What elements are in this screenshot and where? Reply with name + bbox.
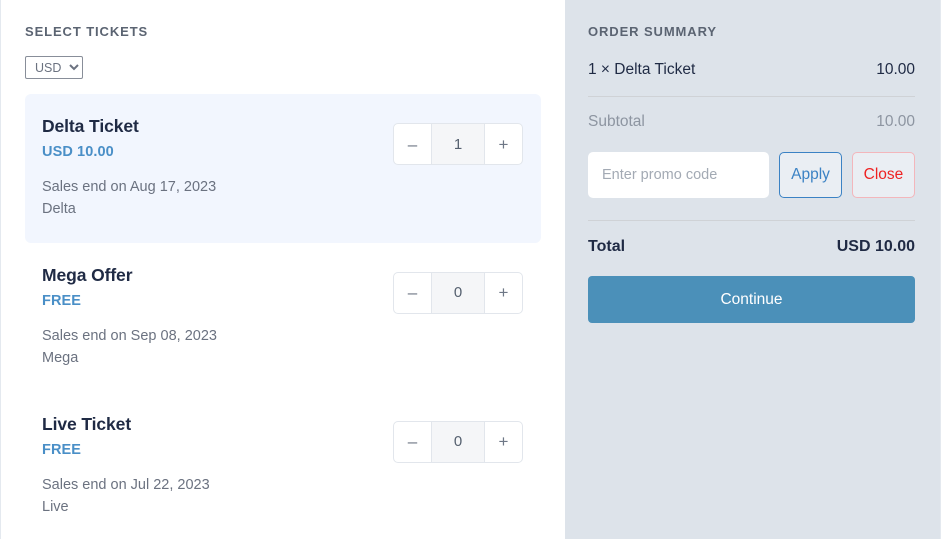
- quantity-stepper: – 1 +: [393, 123, 523, 165]
- promo-code-row: Apply Close: [588, 152, 915, 198]
- ticket-category: Delta: [42, 201, 76, 218]
- ticket-name: Mega Offer: [42, 264, 133, 285]
- currency-select[interactable]: USD: [25, 56, 83, 79]
- ticket-name: Live Ticket: [42, 413, 132, 434]
- summary-subtotal-row: Subtotal 10.00: [588, 97, 915, 131]
- page-title: SELECT TICKETS: [25, 24, 149, 39]
- ticket-list: Delta Ticket USD 10.00 Sales end on Aug …: [25, 94, 541, 539]
- ticket-category: Live: [42, 498, 69, 515]
- quantity-decrement-button[interactable]: –: [394, 124, 431, 164]
- total-amount: USD 10.00: [836, 238, 915, 255]
- subtotal-label: Subtotal: [588, 113, 645, 130]
- ticket-info: Delta Ticket USD 10.00 Sales end on Aug …: [42, 116, 393, 221]
- quantity-stepper: – 0 +: [393, 271, 523, 314]
- quantity-value[interactable]: 0: [431, 272, 485, 313]
- checkout-page: SELECT TICKETS USD Delta Ticket USD 10.0…: [0, 0, 941, 539]
- ticket-info: Live Ticket FREE Sales end on Jul 22, 20…: [42, 414, 393, 519]
- ticket-meta: Sales end on Sep 08, 2023 Mega: [42, 325, 393, 370]
- ticket-card[interactable]: Live Ticket FREE Sales end on Jul 22, 20…: [25, 392, 541, 539]
- ticket-card[interactable]: Mega Offer FREE Sales end on Sep 08, 202…: [25, 243, 541, 392]
- ticket-info: Mega Offer FREE Sales end on Sep 08, 202…: [42, 265, 393, 370]
- close-promo-button[interactable]: Close: [852, 152, 915, 198]
- ticket-name: Delta Ticket: [42, 116, 139, 136]
- subtotal-amount: 10.00: [876, 113, 915, 130]
- quantity-value[interactable]: 1: [431, 124, 485, 164]
- continue-button[interactable]: Continue: [588, 276, 915, 323]
- ticket-meta: Sales end on Jul 22, 2023 Live: [42, 474, 393, 519]
- quantity-increment-button[interactable]: +: [485, 422, 522, 462]
- ticket-price: USD 10.00: [42, 143, 114, 160]
- select-tickets-pane: SELECT TICKETS USD Delta Ticket USD 10.0…: [1, 0, 565, 539]
- summary-item-amount: 10.00: [876, 61, 915, 78]
- ticket-card[interactable]: Delta Ticket USD 10.00 Sales end on Aug …: [25, 94, 541, 243]
- order-summary-pane: ORDER SUMMARY 1 × Delta Ticket 10.00 Sub…: [565, 0, 940, 539]
- ticket-sales-end: Sales end on Jul 22, 2023: [42, 476, 210, 493]
- quantity-increment-button[interactable]: +: [485, 124, 522, 164]
- total-label: Total: [588, 238, 626, 255]
- promo-code-input[interactable]: [588, 152, 769, 198]
- apply-promo-button[interactable]: Apply: [779, 152, 842, 198]
- quantity-decrement-button[interactable]: –: [394, 273, 431, 313]
- summary-item-label: 1 × Delta Ticket: [588, 61, 696, 78]
- quantity-increment-button[interactable]: +: [485, 273, 522, 313]
- ticket-price: FREE: [42, 441, 82, 458]
- summary-total-row: Total USD 10.00: [588, 221, 915, 256]
- ticket-category: Mega: [42, 350, 79, 367]
- ticket-sales-end: Sales end on Aug 17, 2023: [42, 178, 217, 195]
- ticket-price: FREE: [42, 292, 82, 309]
- ticket-meta: Sales end on Aug 17, 2023 Delta: [42, 176, 393, 221]
- order-summary-title: ORDER SUMMARY: [588, 24, 717, 39]
- quantity-decrement-button[interactable]: –: [394, 422, 431, 462]
- summary-line-item: 1 × Delta Ticket 10.00: [588, 61, 915, 96]
- quantity-value[interactable]: 0: [431, 421, 485, 462]
- ticket-sales-end: Sales end on Sep 08, 2023: [42, 327, 217, 344]
- quantity-stepper: – 0 +: [393, 420, 523, 463]
